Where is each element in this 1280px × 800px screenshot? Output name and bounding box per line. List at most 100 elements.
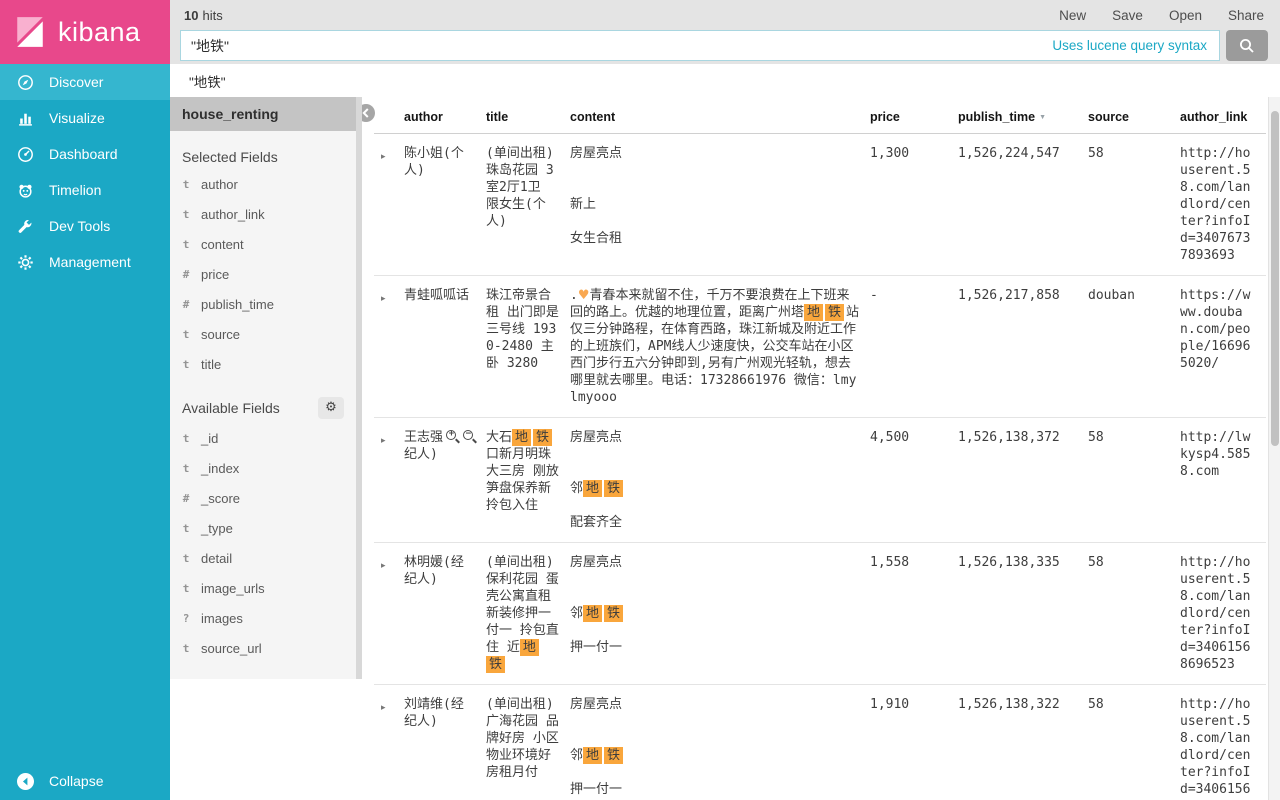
sidebar-item-dev-tools[interactable]: Dev Tools — [0, 208, 170, 244]
heart-icon: ♥ — [577, 288, 590, 303]
sidebar-item-visualize[interactable]: Visualize — [0, 100, 170, 136]
field-item-image_urls[interactable]: t image_urls — [170, 573, 356, 603]
field-item-images[interactable]: ? images — [170, 603, 356, 633]
field-name: _id — [201, 430, 219, 446]
available-fields-list: t _id t _index # _score t _type t detail t image_ur… — [170, 423, 356, 663]
kibana-logo[interactable]: kibana — [0, 0, 170, 64]
field-item-_score[interactable]: # _score — [170, 483, 356, 513]
available-fields-title: Available Fields ⚙ — [182, 397, 344, 419]
filter-value-buttons: + − — [444, 428, 477, 443]
column-header-source[interactable]: source — [1088, 110, 1180, 124]
vertical-scrollbar — [1268, 97, 1280, 800]
cell-content: 房屋亮点 邻地铁 押一付一 — [570, 697, 624, 797]
field-type-badge: t — [182, 581, 190, 595]
expand-caret[interactable]: ▸ — [374, 696, 404, 800]
timelion-icon — [17, 182, 34, 199]
cell-source: 58 — [1088, 697, 1104, 712]
expand-caret[interactable]: ▸ — [374, 554, 404, 673]
sidebar-item-timelion[interactable]: Timelion — [0, 172, 170, 208]
open-button[interactable]: Open — [1169, 8, 1202, 23]
highlight-match: 铁 — [533, 429, 553, 446]
sidebar-item-label: Management — [49, 254, 131, 270]
field-item-_index[interactable]: t _index — [170, 453, 356, 483]
cell-source: 58 — [1088, 146, 1104, 161]
field-item-content[interactable]: t content — [170, 229, 356, 259]
sidebar-item-label: Visualize — [49, 110, 105, 126]
sidebar-item-discover[interactable]: Discover — [0, 64, 170, 100]
column-header-content[interactable]: content — [570, 110, 870, 124]
cell-source: douban — [1088, 288, 1135, 303]
column-header-title[interactable]: title — [486, 110, 570, 124]
zoom-out-icon[interactable]: − — [462, 428, 476, 443]
selected-fields-title: Selected Fields — [182, 149, 278, 165]
fields-panel: house_renting Selected Fields t author t au… — [170, 97, 362, 679]
cell-publish-time: 1,526,138,322 — [958, 697, 1060, 712]
brand-name: kibana — [58, 16, 141, 47]
field-item-detail[interactable]: t detail — [170, 543, 356, 573]
index-pattern-selector[interactable]: house_renting — [170, 97, 356, 131]
document-rows: ▸ 陈小姐(个人) (单间出租)珠岛花园 3室2厅1卫 限女生(个人) 房屋亮点… — [374, 134, 1266, 800]
cell-title: (单间出租)保利花园 蛋壳公寓直租 新装修押一付一 拎包直住 近地铁 — [486, 555, 559, 673]
sidebar-item-management[interactable]: Management — [0, 244, 170, 280]
cell-source: 58 — [1088, 555, 1104, 570]
field-item-_type[interactable]: t _type — [170, 513, 356, 543]
field-item-title[interactable]: t title — [170, 349, 356, 379]
sidebar-item-dashboard[interactable]: Dashboard — [0, 136, 170, 172]
scrollbar-thumb[interactable] — [1270, 111, 1279, 446]
cell-price: - — [870, 288, 878, 303]
field-settings-gear-button[interactable]: ⚙ — [318, 397, 344, 419]
highlight-match: 铁 — [604, 605, 624, 622]
field-name: detail — [201, 550, 233, 566]
save-button[interactable]: Save — [1112, 8, 1143, 23]
expand-caret[interactable]: ▸ — [374, 287, 404, 406]
main-area: 10 hits New Save Open Share Uses lucene … — [170, 0, 1280, 800]
field-item-price[interactable]: # price — [170, 259, 356, 289]
cell-title: (单间出租)广海花园 品牌好房 小区物业环境好 房租月付 — [486, 697, 559, 780]
expand-caret[interactable]: ▸ — [374, 145, 404, 264]
kibana-logo-icon — [17, 17, 43, 47]
new-button[interactable]: New — [1059, 8, 1086, 23]
column-header-publish-time[interactable]: publish_time ▼ — [958, 110, 1088, 124]
discover-menu: New Save Open Share — [1059, 8, 1264, 23]
gear-icon — [17, 254, 34, 271]
field-type-badge: t — [182, 551, 190, 565]
column-header-author[interactable]: author — [404, 110, 486, 124]
field-item-publish_time[interactable]: # publish_time — [170, 289, 356, 319]
fields-column: house_renting Selected Fields t author t au… — [170, 97, 362, 800]
field-item-author_link[interactable]: t author_link — [170, 199, 356, 229]
field-type-badge: t — [182, 521, 190, 535]
query-suggestion[interactable]: "地铁" — [170, 64, 1280, 97]
index-pattern-name: house_renting — [182, 106, 279, 122]
cell-price: 4,500 — [870, 430, 910, 445]
field-name: _score — [201, 490, 241, 506]
field-item-source_url[interactable]: t source_url — [170, 633, 356, 663]
table-row: ▸ 林明媛(经纪人) (单间出租)保利花园 蛋壳公寓直租 新装修押一付一 拎包直… — [374, 543, 1266, 685]
field-item-author[interactable]: t author — [170, 169, 356, 199]
column-header-author-link[interactable]: author_link — [1180, 110, 1266, 124]
share-button[interactable]: Share — [1228, 8, 1264, 23]
field-type-badge: t — [182, 177, 190, 191]
field-type-badge: t — [182, 431, 190, 445]
column-header-price[interactable]: price — [870, 110, 958, 124]
collapse-nav-button[interactable]: Collapse — [0, 762, 170, 800]
cell-author: 林明媛(经纪人) — [404, 555, 464, 587]
search-button[interactable] — [1226, 30, 1268, 61]
search-input[interactable] — [181, 31, 1053, 60]
expand-caret[interactable]: ▸ — [374, 429, 404, 531]
field-name: publish_time — [201, 296, 274, 312]
cell-price: 1,300 — [870, 146, 910, 161]
cell-author-link: http://houserent.58.com/landlord/center?… — [1180, 697, 1251, 800]
highlight-match: 地 — [583, 480, 603, 497]
cell-publish-time: 1,526,224,547 — [958, 146, 1060, 161]
zoom-in-icon[interactable]: + — [445, 428, 459, 443]
search-row: Uses lucene query syntax — [170, 30, 1280, 64]
collapse-circle-icon — [17, 772, 34, 790]
cell-price: 1,910 — [870, 697, 910, 712]
field-item-source[interactable]: t source — [170, 319, 356, 349]
cell-content: 房屋亮点 邻地铁 配套齐全 — [570, 430, 624, 530]
field-item-_id[interactable]: t _id — [170, 423, 356, 453]
sidebar-item-label: Timelion — [49, 182, 102, 198]
collapse-fields-panel-button[interactable] — [362, 104, 375, 122]
lucene-syntax-link[interactable]: Uses lucene query syntax — [1052, 38, 1219, 53]
cell-title: 珠江帝景合租 出门即是三号线 1930-2480 主卧 3280 — [486, 288, 559, 371]
